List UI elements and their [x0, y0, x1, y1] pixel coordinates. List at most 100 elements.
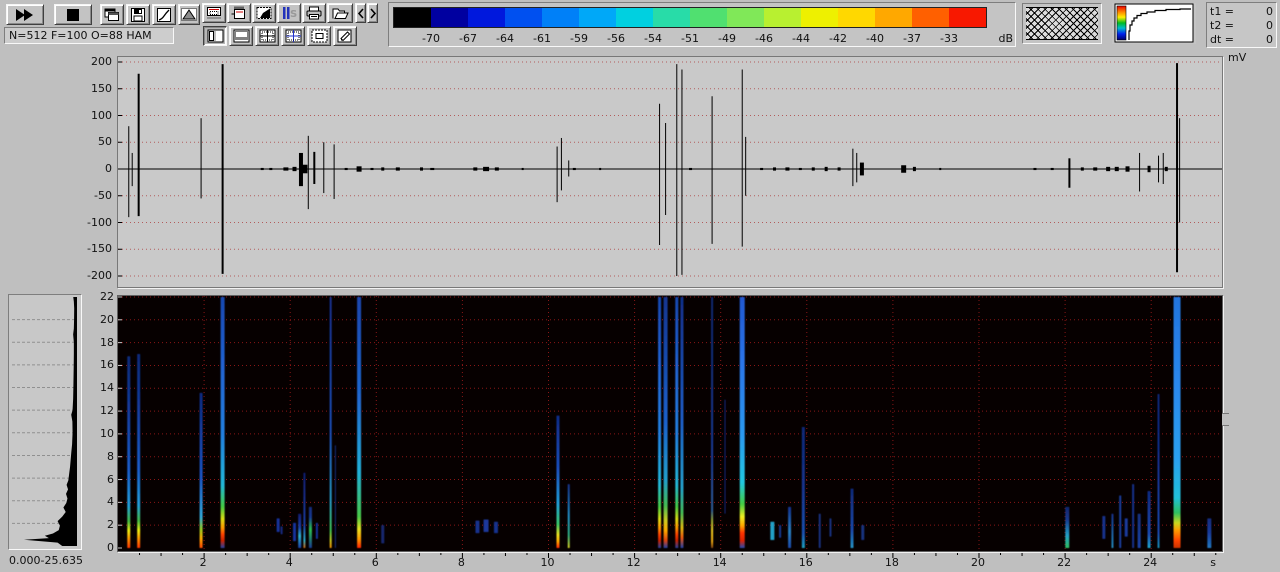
- window-function-button[interactable]: [178, 4, 200, 25]
- capture-window-button[interactable]: [202, 3, 226, 23]
- t1-label: t1 =: [1210, 5, 1235, 18]
- layout-left-icon: [207, 29, 224, 43]
- colorbar: [393, 7, 987, 28]
- scale-curve-button[interactable]: [152, 4, 176, 25]
- save-button[interactable]: [126, 4, 150, 25]
- colorbar-tick-label: -40: [866, 32, 884, 45]
- spectrogram-y-tick-label: 12: [100, 404, 114, 418]
- angle-right-icon: [369, 7, 377, 19]
- edit-note-icon: [337, 29, 353, 43]
- fill-region-icon: [256, 6, 272, 20]
- waveform-y-tick-label: 50: [98, 135, 112, 149]
- layout-bottom-panel-button[interactable]: [229, 26, 253, 46]
- colorbar-tick-label: -54: [644, 32, 662, 45]
- colorbar-tick-label: -49: [718, 32, 736, 45]
- colorbar-panel: -70 -67 -64 -61 -59 -56 -54 -51 -49 -46 -44 -42 -40 -…: [388, 2, 1016, 47]
- layout-window-button[interactable]: [307, 26, 331, 46]
- hatch-pattern-icon: [1026, 7, 1098, 40]
- spectrogram-y-tick-label: 14: [100, 381, 114, 395]
- colorbar-cell: [505, 8, 542, 27]
- spectrogram-plot[interactable]: [117, 295, 1223, 552]
- colorbar-tick-label: -67: [459, 32, 477, 45]
- open-folder-icon: [332, 7, 349, 20]
- colorbar-cell: [727, 8, 764, 27]
- prev-button[interactable]: [355, 3, 366, 23]
- spectrogram-y-tick-label: 4: [107, 495, 114, 509]
- stop-button[interactable]: [54, 4, 92, 25]
- spectrogram-x-tick-label: 24: [1143, 556, 1158, 569]
- plot-edge-marker[interactable]: [1222, 413, 1229, 426]
- spectrogram-y-tick-label: 2: [107, 518, 114, 532]
- layout-window-icon: [311, 29, 328, 43]
- window-comb-icon: [231, 6, 247, 20]
- spectrogram-y-tick-label: 6: [107, 472, 114, 486]
- layout-bottom-icon: [233, 29, 250, 43]
- spectrogram-x-tick-label: 16: [798, 556, 813, 569]
- layout-left-panel-button[interactable]: [203, 26, 227, 46]
- colorbar-tick-label: -56: [607, 32, 625, 45]
- color-transfer-box[interactable]: [1112, 3, 1196, 44]
- spectrogram-y-tick-label: 20: [100, 312, 114, 326]
- spectrogram-y-tick-label: 0: [107, 541, 114, 554]
- stop-icon: [67, 8, 79, 21]
- next-button[interactable]: [367, 3, 378, 23]
- colorbar-unit-label: dB: [998, 32, 1013, 45]
- spectrogram-x-tick-label: 12: [626, 556, 641, 569]
- printer-icon: [306, 6, 322, 20]
- dt-row: dt = 0: [1207, 33, 1276, 47]
- colorbar-cell: [542, 8, 579, 27]
- spectrogram-app-window: S N=512 F=100 O=88 HAM -70 -67 -64 -61 -59 -5…: [0, 0, 1280, 572]
- spectrogram-canvas: [118, 296, 1222, 551]
- waveform-y-tick-label: 100: [91, 108, 112, 122]
- bell-icon: [181, 8, 197, 21]
- layout-grid-button[interactable]: [255, 26, 279, 46]
- spectrogram-x-tick-label: 14: [712, 556, 727, 569]
- t2-value: 0: [1266, 19, 1273, 32]
- time-unit-label: s: [1210, 556, 1216, 569]
- colorbar-tick-label: -46: [755, 32, 773, 45]
- cursor-info-panel: t1 = 0 t2 = 0 dt = 0: [1206, 2, 1277, 48]
- floppy-icon: [131, 7, 145, 22]
- colorbar-tick-label: -37: [903, 32, 921, 45]
- print-button[interactable]: [302, 3, 326, 23]
- colorbar-cell: [616, 8, 653, 27]
- layout-cross-button[interactable]: [281, 26, 305, 46]
- open-button[interactable]: [327, 3, 353, 23]
- average-spectrum-panel[interactable]: [8, 294, 82, 550]
- colorbar-tick-label: -42: [829, 32, 847, 45]
- waveform-y-tick-label: -50: [94, 188, 112, 202]
- layout-cross-icon: [285, 29, 302, 43]
- waveform-plot[interactable]: [117, 56, 1223, 288]
- copy-display-button[interactable]: [100, 4, 124, 25]
- window-marquee-icon: [206, 6, 222, 20]
- s-bars-icon: S: [281, 6, 297, 20]
- play-button[interactable]: [6, 4, 44, 25]
- curve-icon: [157, 7, 171, 22]
- colorbar-cell: [912, 8, 949, 27]
- time-range-label: 0.000-25.635: [9, 554, 83, 567]
- colorbar-cell: [394, 8, 431, 27]
- color-transfer-curve-icon: [1114, 3, 1194, 43]
- insert-window-button[interactable]: [227, 3, 251, 23]
- play-icon: [14, 8, 36, 21]
- fill-selection-button[interactable]: [252, 3, 276, 23]
- edit-button[interactable]: [333, 26, 357, 46]
- spectrogram-y-tick-label: 16: [100, 358, 114, 372]
- spectrogram-x-tick-label: 22: [1057, 556, 1072, 569]
- colorbar-cell: [653, 8, 690, 27]
- spectrogram-y-tick-label: 18: [100, 335, 114, 349]
- spectrogram-x-tick-label: 6: [371, 556, 379, 569]
- signal-bars-button[interactable]: S: [277, 3, 301, 23]
- spectrogram-x-tick-label: 2: [199, 556, 207, 569]
- dt-label: dt =: [1210, 33, 1235, 46]
- copy-window-icon: [104, 8, 120, 22]
- hatch-pattern-box[interactable]: [1022, 3, 1102, 44]
- spectrogram-x-tick-label: 18: [884, 556, 899, 569]
- waveform-y-tick-label: 0: [105, 162, 112, 175]
- colorbar-tick-label: -44: [792, 32, 810, 45]
- colorbar-cell: [875, 8, 912, 27]
- colorbar-tick-label: -51: [681, 32, 699, 45]
- waveform-y-tick-label: -100: [87, 215, 112, 229]
- spectrogram-y-tick-label: 22: [100, 289, 114, 303]
- colorbar-cell: [468, 8, 505, 27]
